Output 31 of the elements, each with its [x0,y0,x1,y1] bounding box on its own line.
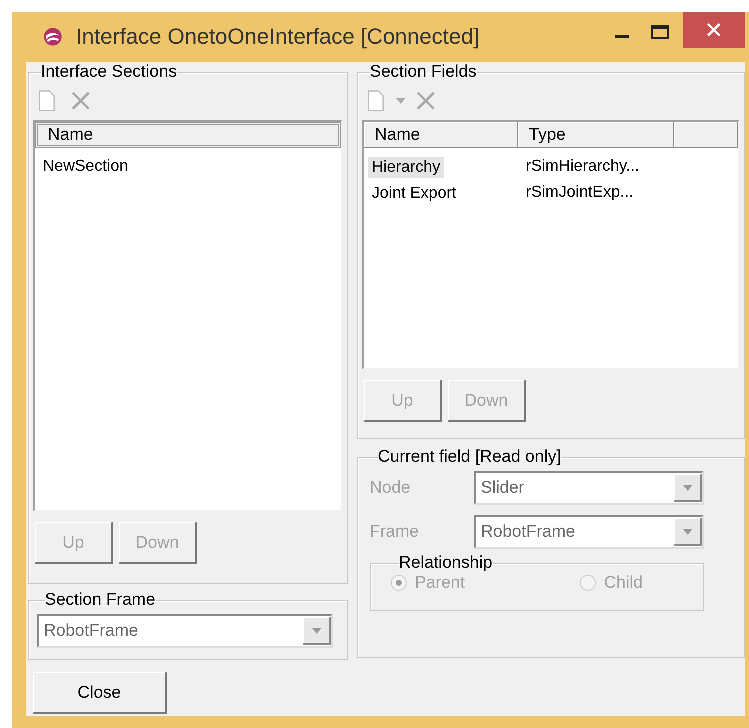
minimize-icon[interactable] [615,35,629,39]
maximize-icon[interactable] [651,25,669,39]
dropdown-arrow-icon [312,628,322,634]
new-file-icon[interactable] [37,90,57,112]
app-logo-icon [42,26,64,48]
group-title: Interface Sections [41,62,178,82]
table-cell-text: rSimHierarchy... [525,157,640,177]
column-header[interactable]: Type [518,122,674,148]
delete-icon[interactable] [71,90,91,112]
list-item[interactable]: Hierarchy [368,157,444,178]
group-title: Relationship [399,553,493,573]
new-file-icon[interactable] [366,90,386,112]
field-label: Node [370,478,412,498]
delete-icon[interactable] [416,90,436,112]
column-header[interactable]: Name [364,122,518,148]
dropdown-caret-icon[interactable] [396,98,406,104]
group-title: Section Frame [45,590,156,610]
window-title: Interface OnetoOneInterface [Connected] [76,24,481,50]
dropdown-arrow-icon [682,484,692,490]
list-item[interactable]: Joint Export [368,183,460,204]
column-header[interactable] [674,122,738,148]
column-header[interactable]: Name [35,122,341,148]
field-label: Frame [370,522,420,542]
close-dialog-button[interactable]: Close [33,672,167,714]
table-cell-text: rSimJointExp... [525,183,635,203]
dropdown-arrow-icon [682,528,692,534]
list-item[interactable]: NewSection [39,156,132,178]
close-icon [707,23,721,37]
group-title: Section Fields [370,62,477,82]
group-title: Current field [Read only] [378,447,562,467]
close-button[interactable] [683,12,745,48]
